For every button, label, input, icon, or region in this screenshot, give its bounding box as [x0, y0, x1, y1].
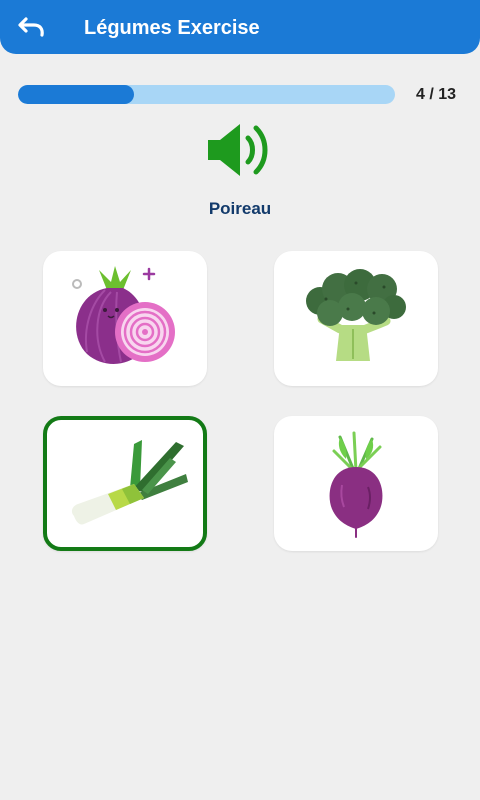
red-onion-icon	[72, 265, 175, 364]
back-button[interactable]	[12, 8, 52, 46]
progress-bar	[18, 85, 395, 104]
leek-icon	[71, 439, 188, 525]
choice-card-leek[interactable]	[43, 416, 207, 551]
play-audio-button[interactable]	[200, 118, 280, 182]
choice-card-onion[interactable]	[43, 251, 207, 386]
progress-bar-fill	[18, 85, 134, 104]
beetroot-icon	[329, 431, 383, 538]
speaker-icon	[208, 124, 268, 176]
progress-counter: 4 / 13	[415, 86, 457, 103]
choice-card-broccoli[interactable]	[274, 251, 438, 386]
choice-card-beetroot[interactable]	[274, 416, 438, 551]
app-bar: Légumes Exercise	[0, 0, 480, 54]
broccoli-icon	[306, 268, 406, 361]
target-word: Poireau	[208, 199, 272, 218]
undo-arrow-icon	[18, 17, 44, 37]
page-title: Légumes Exercise	[84, 17, 260, 39]
